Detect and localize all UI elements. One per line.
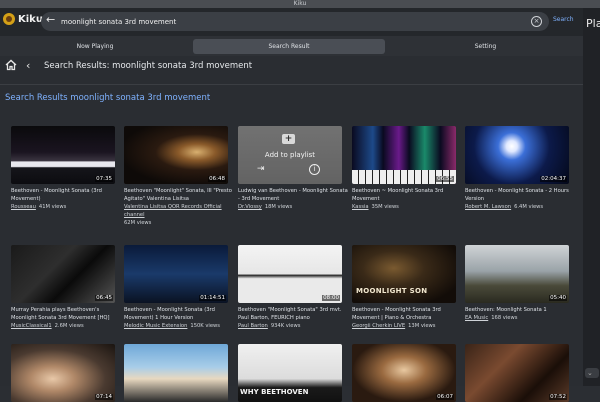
window-titlebar: Kiku (0, 0, 600, 8)
video-thumbnail[interactable]: 01:14:51 (124, 245, 228, 303)
search-bar: ← × (41, 12, 549, 31)
video-thumbnail[interactable]: 06:55 (352, 126, 456, 184)
video-duration: 01:14:51 (199, 295, 226, 301)
divider (0, 84, 583, 85)
video-thumbnail[interactable]: WHY BEETHOVEN (238, 344, 342, 402)
video-thumbnail[interactable]: 02:04:37 (465, 126, 569, 184)
results-grid: 07:35 Beethoven - Moonlight Sonata (3rd … (0, 118, 583, 402)
play-enter-icon[interactable]: ⇥ (257, 164, 265, 174)
video-thumbnail[interactable]: 06:07 (352, 344, 456, 402)
kiku-logo-icon (3, 13, 15, 25)
video-channel[interactable]: Valentina Lisitsa QOR Records Official c… (124, 204, 222, 218)
video-meta: Robert M. Lawson 6.4M views (465, 203, 575, 211)
video-meta: Kassia 35M views (352, 203, 462, 211)
thumbnail-caption: WHY BEETHOVEN (240, 388, 309, 396)
video-duration: 05:40 (549, 295, 567, 301)
page-title: Search Results: moonlight sonata 3rd mov… (44, 61, 253, 71)
video-meta: EA Music 168 views (465, 314, 575, 322)
thumbnail-caption: MOONLIGHT SON (356, 287, 428, 295)
video-duration: 06:07 (436, 394, 454, 400)
video-duration: 08:00 (322, 295, 340, 301)
video-views: 168 views (491, 315, 518, 321)
video-views: 13M views (408, 323, 436, 329)
video-views: 35M views (371, 204, 399, 210)
video-meta: Dr.Viossy 18M views (238, 203, 348, 211)
video-channel[interactable]: Georgii Cherkin LIVE (352, 323, 405, 329)
hover-overlay: + Add to playlist ⇥ i (238, 126, 342, 184)
tab-setting[interactable]: Setting (388, 39, 583, 54)
add-to-playlist-icon[interactable]: + (282, 134, 295, 144)
video-thumbnail[interactable]: 07:35 (11, 126, 115, 184)
video-thumbnail[interactable]: MOONLIGHT SON (352, 245, 456, 303)
panel-collapse-icon[interactable]: ⌄ (585, 368, 599, 378)
video-title: Beethoven - Moonlight Sonata (3rd Moveme… (124, 307, 215, 321)
video-views: 18M views (264, 204, 293, 210)
tab-bar: Now Playing Search Result Setting (0, 36, 583, 56)
video-duration: 02:04:37 (540, 176, 567, 182)
playlist-panel: Pla ⌄ (583, 8, 600, 386)
video-duration: 06:45 (95, 295, 113, 301)
video-duration: 07:35 (95, 176, 113, 182)
video-duration: 07:14 (95, 394, 113, 400)
video-channel[interactable]: Kassia (352, 204, 369, 210)
video-thumbnail[interactable]: 06:45 (11, 245, 115, 303)
info-icon[interactable]: i (309, 164, 320, 175)
video-channel[interactable]: Melodic Music Extension (124, 323, 187, 329)
clear-search-icon[interactable]: × (531, 16, 542, 27)
video-meta: MusicClassical1 2.6M views (11, 322, 121, 330)
video-thumbnail[interactable]: 07:14 (11, 344, 115, 402)
header: Kiku ← × Search (0, 8, 583, 36)
video-channel[interactable]: Dr.Viossy (238, 204, 262, 210)
back-arrow-icon[interactable]: ← (46, 13, 55, 26)
tab-now-playing[interactable]: Now Playing (0, 39, 190, 54)
video-title: Beethoven "Moonlight" Sonata, III "Prest… (124, 188, 232, 202)
playlist-panel-title: Pla (586, 17, 600, 30)
video-duration: 07:52 (549, 394, 567, 400)
video-views: 41M views (38, 204, 67, 210)
video-thumbnail[interactable]: 06:48 (124, 126, 228, 184)
window-title: Kiku (293, 0, 307, 7)
video-thumbnail[interactable] (124, 344, 228, 402)
video-title: Beethoven - Moonlight Sonata 3rd Movemen… (352, 307, 441, 321)
add-to-playlist-label[interactable]: Add to playlist (238, 151, 342, 159)
video-views: 62M views (124, 220, 152, 226)
results-heading: Search Results moonlight sonata 3rd move… (5, 93, 211, 103)
video-views: 934K views (270, 323, 301, 329)
video-meta: Georgii Cherkin LIVE 13M views (352, 322, 462, 330)
app-logo[interactable]: Kiku (3, 13, 43, 25)
video-views: 6.4M views (514, 204, 544, 210)
video-title: Beethoven ~ Moonlight Sonata 3rd Movemen… (352, 188, 444, 202)
video-title: Ludwig van Beethoven - Moonlight Sonata … (238, 188, 348, 202)
breadcrumb: ‹ Search Results: moonlight sonata 3rd m… (0, 58, 583, 78)
tab-search-result[interactable]: Search Result (193, 39, 385, 54)
app-main: Kiku ← × Search Now Playing Search Resul… (0, 8, 583, 402)
video-meta: Rousseau 41M views (11, 203, 121, 211)
video-meta: Valentina Lisitsa QOR Records Official c… (124, 203, 234, 219)
video-title: Beethoven - Moonlight Sonata - 2 Hours V… (465, 188, 569, 202)
video-channel[interactable]: Robert M. Lawson (465, 204, 511, 210)
search-button[interactable]: Search (553, 16, 574, 23)
video-thumbnail[interactable]: 05:40 (465, 245, 569, 303)
video-channel[interactable]: EA Music (465, 315, 488, 321)
home-icon[interactable] (5, 59, 17, 71)
video-title: Beethoven - Moonlight Sonata (3rd Moveme… (11, 188, 102, 202)
video-channel[interactable]: Rousseau (11, 204, 36, 210)
video-thumbnail[interactable]: + Add to playlist ⇥ i (238, 126, 342, 184)
video-title: Murray Perahia plays Beethoven's Moonlig… (11, 307, 110, 321)
video-channel[interactable]: MusicClassical1 (11, 323, 52, 329)
app-name: Kiku (18, 13, 43, 25)
video-thumbnail[interactable]: 07:52 (465, 344, 569, 402)
video-meta: Paul Barton 934K views (238, 322, 348, 330)
video-views: 150K views (190, 323, 221, 329)
video-thumbnail[interactable]: 08:00 (238, 245, 342, 303)
video-duration: 06:55 (436, 176, 454, 182)
search-input[interactable] (61, 14, 521, 29)
video-duration: 06:48 (208, 176, 226, 182)
video-channel[interactable]: Paul Barton (238, 323, 268, 329)
chevron-left-icon[interactable]: ‹ (26, 59, 30, 72)
video-views: 2.6M views (54, 323, 84, 329)
video-meta: Melodic Music Extension 150K views (124, 322, 234, 330)
video-title: Beethoven "Moonlight Sonata" 3rd mvt. Pa… (238, 307, 342, 321)
video-title: Beethoven: Moonlight Sonata 1 (465, 307, 547, 313)
